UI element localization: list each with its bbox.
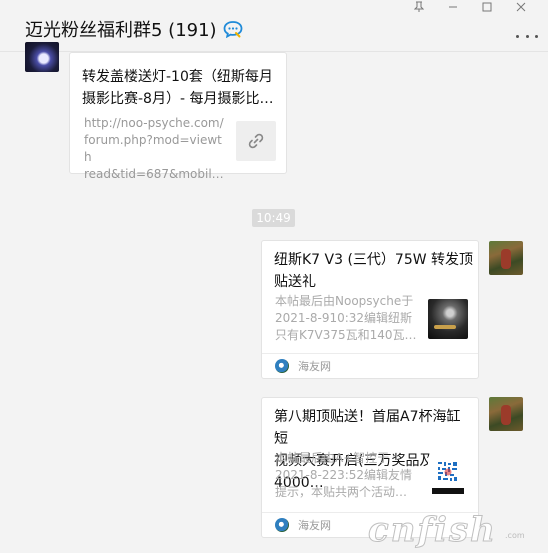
link-message-card[interactable]: 转发盖楼送灯-10套（纽斯每月 摄影比赛-8月）- 每月摄影比… http://… [69,52,287,181]
group-name: 迈光粉丝福利群5 (191) [25,20,217,41]
source-logo-icon [275,518,289,532]
article-description: 本帖最后由Noopsyche于 2021-8-910:32编辑纽斯 只有K7V3… [275,294,417,342]
article-thumbnail [428,456,468,496]
article-description: 本帖最后由A+智控于 2021-8-223:52编辑友情 提示，本贴共两个活动… [275,451,413,499]
chat-window: 迈光粉丝福利群5 (191) 转发盖楼送灯-10套（纽斯每月 摄影比赛-8月）-… [0,0,548,553]
more-options-icon[interactable] [516,28,538,44]
article-card-1[interactable]: 纽斯K7 V3 (三代）75W 转发顶 贴送礼 本帖最后由Noopsyche于 … [261,240,479,379]
window-controls [402,0,538,14]
time-divider: 10:49 [252,209,295,227]
self-avatar[interactable] [489,241,523,275]
link-icon [236,121,276,161]
sender-avatar[interactable] [25,42,59,72]
title-bar: 迈光粉丝福利群5 (191) [0,0,548,52]
self-avatar[interactable] [489,397,523,431]
link-url: http://noo-psyche.com/ forum.php?mod=vie… [84,116,224,181]
link-title: 转发盖楼送灯-10套（纽斯每月 摄影比赛-8月）- 每月摄影比… [82,69,274,107]
watermark-domain: .com [505,531,525,540]
watermark-logo: cnfish [368,510,497,551]
chat-title[interactable]: 迈光粉丝福利群5 (191) [25,16,243,42]
article-title: 纽斯K7 V3 (三代）75W 转发顶 贴送礼 [274,252,474,290]
close-icon[interactable] [504,0,538,14]
chat-bubble-icon[interactable] [223,20,243,39]
minimize-icon[interactable] [436,0,470,14]
pin-icon[interactable] [402,0,436,14]
article-thumbnail [428,299,468,339]
article-source: 海友网 [262,353,478,378]
source-logo-icon [275,359,289,373]
maximize-icon[interactable] [470,0,504,14]
